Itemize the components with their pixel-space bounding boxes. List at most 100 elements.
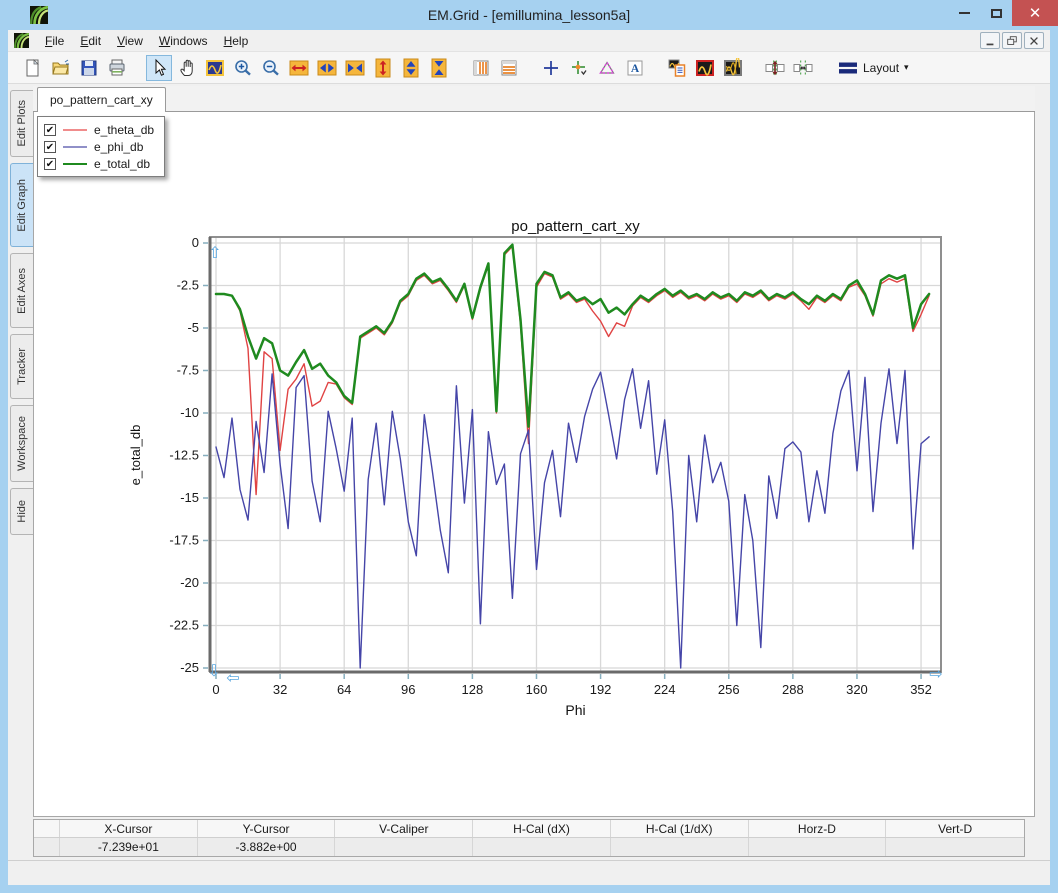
legend-line-sample bbox=[63, 129, 87, 131]
svg-text:-10: -10 bbox=[180, 405, 199, 420]
svg-text:128: 128 bbox=[462, 682, 484, 697]
crosshair-button[interactable] bbox=[538, 55, 564, 81]
caliper-triangle-button[interactable] bbox=[594, 55, 620, 81]
legend-checkbox[interactable]: ✔ bbox=[44, 158, 56, 170]
fit-x-button[interactable] bbox=[314, 55, 340, 81]
sidebar-tab-label: Tracker bbox=[16, 348, 28, 385]
menu-item-file[interactable]: File bbox=[37, 32, 72, 50]
menu-item-edit[interactable]: Edit bbox=[72, 32, 109, 50]
svg-text:320: 320 bbox=[846, 682, 868, 697]
vertical-markers-button[interactable] bbox=[468, 55, 494, 81]
compress-y-icon bbox=[429, 58, 449, 78]
select-arrow-button[interactable] bbox=[146, 55, 172, 81]
sidebar-tab-workspace[interactable]: Workspace bbox=[10, 405, 33, 482]
svg-text:-12.5: -12.5 bbox=[169, 448, 199, 463]
maximize-icon bbox=[991, 9, 1002, 18]
toolbar-group-3: A bbox=[538, 55, 648, 81]
axis-arrow-up-icon: ⇧ bbox=[208, 243, 221, 262]
sidebar-tab-label: Edit Plots bbox=[16, 100, 28, 146]
status-header-h-cal-dx-: H-Cal (dX) bbox=[473, 820, 611, 837]
zoom-region-button[interactable] bbox=[202, 55, 228, 81]
expand-y-button[interactable] bbox=[370, 55, 396, 81]
menu-item-view[interactable]: View bbox=[109, 32, 151, 50]
menu-item-help[interactable]: Help bbox=[216, 32, 257, 50]
fit-x-icon bbox=[317, 58, 337, 78]
axis-arrow-right-icon: ⇨ bbox=[929, 664, 942, 683]
sidebar-tab-edit-graph[interactable]: Edit Graph bbox=[10, 163, 33, 247]
compress-x-button[interactable] bbox=[342, 55, 368, 81]
svg-text:-15: -15 bbox=[180, 490, 199, 505]
new-file-icon bbox=[23, 58, 43, 78]
y-tick-labels: 0-2.5-5-7.5-10-12.5-15-17.5-20-22.5-25 bbox=[169, 235, 199, 675]
horizontal-markers-button[interactable] bbox=[496, 55, 522, 81]
tracker-point-button[interactable] bbox=[566, 55, 592, 81]
align-horizontal-button[interactable] bbox=[790, 55, 816, 81]
minimize-icon bbox=[959, 12, 970, 14]
window-close-button[interactable]: ✕ bbox=[1012, 0, 1058, 26]
fit-y-button[interactable] bbox=[398, 55, 424, 81]
status-header-y-cursor: Y-Cursor bbox=[198, 820, 336, 837]
save-file-icon bbox=[79, 58, 99, 78]
legend-line-sample bbox=[63, 146, 87, 148]
pan-hand-button[interactable] bbox=[174, 55, 200, 81]
sidebar-tab-edit-plots[interactable]: Edit Plots bbox=[10, 90, 33, 157]
layout-icon bbox=[838, 58, 858, 78]
zoom-region-icon bbox=[205, 58, 225, 78]
status-header-x-cursor: X-Cursor bbox=[60, 820, 198, 837]
legend-checkbox[interactable]: ✔ bbox=[44, 124, 56, 136]
pan-hand-icon bbox=[177, 58, 197, 78]
align-horizontal-icon bbox=[793, 58, 813, 78]
tracker-point-icon bbox=[569, 58, 589, 78]
svg-text:-7.5: -7.5 bbox=[177, 363, 199, 378]
save-file-button[interactable] bbox=[76, 55, 102, 81]
window-minimize-button[interactable] bbox=[948, 0, 980, 26]
restore-icon bbox=[1006, 35, 1018, 47]
menu-item-windows[interactable]: Windows bbox=[151, 32, 216, 50]
menubar: FileEditViewWindowsHelp bbox=[8, 30, 1050, 52]
document-tab-label: po_pattern_cart_xy bbox=[50, 93, 153, 107]
plot-view-single-button[interactable] bbox=[692, 55, 718, 81]
svg-text:64: 64 bbox=[337, 682, 351, 697]
layout-dropdown-button[interactable]: Layout▾ bbox=[832, 56, 915, 80]
svg-text:192: 192 bbox=[590, 682, 612, 697]
mdi-restore-button[interactable] bbox=[1002, 32, 1022, 49]
toolbar-group-4 bbox=[664, 55, 746, 81]
print-button[interactable] bbox=[104, 55, 130, 81]
sidebar-tab-label: Hide bbox=[16, 500, 28, 523]
plot-view-multi-button[interactable] bbox=[720, 55, 746, 81]
text-annotation-button[interactable]: A bbox=[622, 55, 648, 81]
statusbar-strip bbox=[8, 860, 1050, 885]
toolbar: A Layout▾ bbox=[8, 52, 1050, 84]
app-window: EM.Grid - [emillumina_lesson5a] ✕ FileEd… bbox=[0, 0, 1058, 893]
legend-entry-e_theta_db: ✔ e_theta_db bbox=[44, 121, 154, 138]
expand-x-button[interactable] bbox=[286, 55, 312, 81]
status-header-horz-d: Horz-D bbox=[749, 820, 887, 837]
open-file-button[interactable] bbox=[48, 55, 74, 81]
sidebar-tab-tracker[interactable]: Tracker bbox=[10, 334, 33, 399]
legend-label: e_theta_db bbox=[94, 123, 154, 137]
select-arrow-icon bbox=[149, 58, 169, 78]
document-icon bbox=[14, 33, 29, 48]
fit-y-icon bbox=[401, 58, 421, 78]
zoom-in-button[interactable] bbox=[230, 55, 256, 81]
document-tab[interactable]: po_pattern_cart_xy bbox=[37, 87, 166, 112]
plot-canvas[interactable]: 03264961281601922242562883203520-2.5-5-7… bbox=[33, 180, 1033, 760]
titlebar: EM.Grid - [emillumina_lesson5a] ✕ bbox=[0, 0, 1058, 30]
mdi-minimize-button[interactable] bbox=[980, 32, 1000, 49]
window-maximize-button[interactable] bbox=[980, 0, 1012, 26]
plot-report-button[interactable] bbox=[664, 55, 690, 81]
sidebar-tab-edit-axes[interactable]: Edit Axes bbox=[10, 253, 33, 328]
close-icon bbox=[1028, 35, 1040, 47]
legend-checkbox[interactable]: ✔ bbox=[44, 141, 56, 153]
mdi-close-button[interactable] bbox=[1024, 32, 1044, 49]
sidebar-tab-hide[interactable]: Hide bbox=[10, 488, 33, 535]
new-file-button[interactable] bbox=[20, 55, 46, 81]
compress-x-icon bbox=[345, 58, 365, 78]
zoom-out-button[interactable] bbox=[258, 55, 284, 81]
x-tick-labels: 0326496128160192224256288320352 bbox=[212, 682, 932, 697]
align-vertical-button[interactable] bbox=[762, 55, 788, 81]
svg-text:224: 224 bbox=[654, 682, 676, 697]
toolbar-group-2 bbox=[468, 55, 522, 81]
compress-y-button[interactable] bbox=[426, 55, 452, 81]
status-value-y-cursor: -3.882e+00 bbox=[198, 838, 336, 856]
